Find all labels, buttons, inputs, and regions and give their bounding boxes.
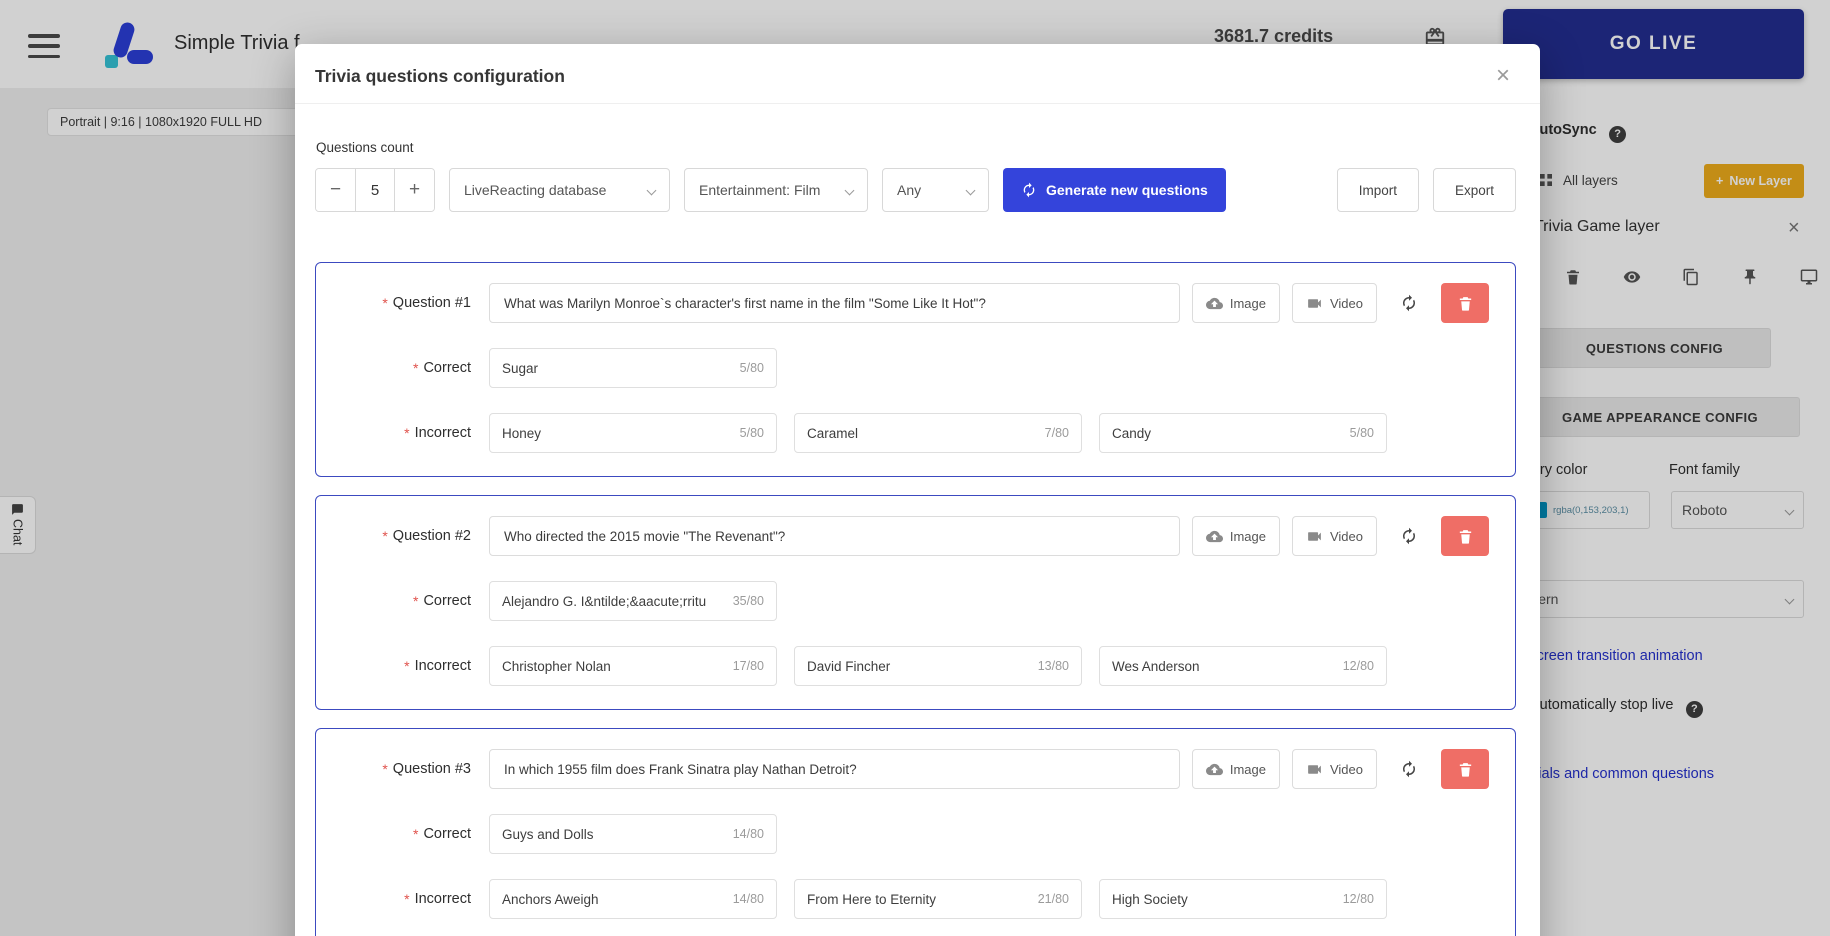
- char-count: 5/80: [739, 426, 764, 440]
- incorrect-label: Incorrect: [316, 879, 471, 919]
- image-upload-button[interactable]: Image: [1191, 283, 1280, 323]
- answer-value: Anchors Aweigh: [502, 891, 599, 907]
- video-icon: [1308, 764, 1321, 774]
- incorrect-answer-input[interactable]: High Society 12/80: [1099, 879, 1387, 919]
- question-cards: Question #1 What was Marilyn Monroe`s ch…: [295, 262, 1540, 936]
- question-card: Question #1 What was Marilyn Monroe`s ch…: [315, 262, 1516, 477]
- trivia-config-modal: Trivia questions configuration × Questio…: [295, 44, 1540, 936]
- incorrect-label: Incorrect: [316, 413, 471, 453]
- char-count: 5/80: [739, 361, 764, 375]
- refresh-icon: [1403, 294, 1415, 312]
- question-label: Question #3: [316, 749, 471, 789]
- char-count: 12/80: [1342, 659, 1374, 673]
- regenerate-question-button[interactable]: [1389, 516, 1429, 556]
- correct-answer-input[interactable]: Sugar 5/80: [489, 348, 777, 388]
- question-text-input[interactable]: In which 1955 film does Frank Sinatra pl…: [489, 749, 1180, 789]
- chevron-down-icon: [646, 185, 657, 195]
- question-card: Question #3 In which 1955 film does Fran…: [315, 728, 1516, 936]
- incorrect-answer-input[interactable]: Caramel 7/80: [794, 413, 1082, 453]
- source-select[interactable]: LiveReacting database: [449, 168, 670, 212]
- questions-count-label: Questions count: [316, 140, 414, 155]
- answer-value: Candy: [1112, 425, 1152, 441]
- image-upload-button[interactable]: Image: [1191, 516, 1280, 556]
- question-text-input[interactable]: What was Marilyn Monroe`s character's fi…: [489, 283, 1180, 323]
- char-count: 21/80: [1037, 892, 1069, 906]
- char-count: 14/80: [732, 827, 764, 841]
- video-upload-button[interactable]: Video: [1291, 283, 1377, 323]
- modal-header: Trivia questions configuration ×: [295, 44, 1540, 104]
- close-icon[interactable]: ×: [1496, 64, 1510, 88]
- increase-count-button[interactable]: +: [395, 169, 434, 211]
- trash-icon: [1459, 762, 1471, 777]
- delete-question-button[interactable]: [1441, 749, 1489, 789]
- answer-value: Honey: [502, 425, 542, 441]
- correct-label: Correct: [316, 814, 471, 854]
- incorrect-answer-input[interactable]: Christopher Nolan 17/80: [489, 646, 777, 686]
- correct-answer-input[interactable]: Guys and Dolls 14/80: [489, 814, 777, 854]
- char-count: 13/80: [1037, 659, 1069, 673]
- chevron-down-icon: [844, 185, 855, 195]
- answer-value: Sugar: [502, 360, 539, 376]
- correct-label: Correct: [316, 348, 471, 388]
- question-label: Question #1: [316, 283, 471, 323]
- modal-title: Trivia questions configuration: [315, 66, 565, 86]
- question-card: Question #2 Who directed the 2015 movie …: [315, 495, 1516, 710]
- video-upload-button[interactable]: Video: [1291, 749, 1377, 789]
- answer-value: Alejandro G. I&ntilde;&aacute;rritu: [502, 593, 707, 609]
- difficulty-select[interactable]: Any: [882, 168, 989, 212]
- incorrect-answer-input[interactable]: From Here to Eternity 21/80: [794, 879, 1082, 919]
- import-button[interactable]: Import: [1336, 168, 1419, 212]
- char-count: 7/80: [1044, 426, 1069, 440]
- answer-value: High Society: [1112, 891, 1188, 907]
- answer-value: Guys and Dolls: [502, 826, 594, 842]
- char-count: 17/80: [732, 659, 764, 673]
- delete-question-button[interactable]: [1441, 283, 1489, 323]
- answer-value: Wes Anderson: [1112, 658, 1200, 674]
- incorrect-answer-input[interactable]: Wes Anderson 12/80: [1099, 646, 1387, 686]
- question-text-input[interactable]: Who directed the 2015 movie "The Revenan…: [489, 516, 1180, 556]
- export-button[interactable]: Export: [1432, 168, 1516, 212]
- regenerate-question-button[interactable]: [1389, 749, 1429, 789]
- count-value[interactable]: 5: [355, 169, 395, 211]
- answer-value: From Here to Eternity: [807, 891, 937, 907]
- answer-value: Christopher Nolan: [502, 658, 611, 674]
- refresh-icon: [1023, 182, 1035, 198]
- correct-label: Correct: [316, 581, 471, 621]
- char-count: 14/80: [732, 892, 764, 906]
- char-count: 5/80: [1349, 426, 1374, 440]
- questions-count-stepper: − 5 +: [315, 168, 435, 212]
- cloud-upload-icon: [1205, 763, 1223, 775]
- video-upload-button[interactable]: Video: [1291, 516, 1377, 556]
- answer-value: David Fincher: [807, 658, 891, 674]
- char-count: 35/80: [732, 594, 764, 608]
- incorrect-answer-input[interactable]: Anchors Aweigh 14/80: [489, 879, 777, 919]
- regenerate-question-button[interactable]: [1389, 283, 1429, 323]
- video-icon: [1308, 298, 1321, 308]
- refresh-icon: [1403, 760, 1415, 778]
- trash-icon: [1459, 296, 1471, 311]
- question-label: Question #2: [316, 516, 471, 556]
- generate-questions-button[interactable]: Generate new questions: [1003, 168, 1226, 212]
- chevron-down-icon: [965, 185, 976, 195]
- incorrect-label: Incorrect: [316, 646, 471, 686]
- modal-controls: − 5 + LiveReacting database Entertainmen…: [315, 168, 1516, 212]
- delete-question-button[interactable]: [1441, 516, 1489, 556]
- cloud-upload-icon: [1205, 530, 1223, 542]
- correct-answer-input[interactable]: Alejandro G. I&ntilde;&aacute;rritu 35/8…: [489, 581, 777, 621]
- incorrect-answer-input[interactable]: Honey 5/80: [489, 413, 777, 453]
- category-select[interactable]: Entertainment: Film: [684, 168, 868, 212]
- char-count: 12/80: [1342, 892, 1374, 906]
- app-root: Simple Trivia f 3681.7 credits GO LIVE P…: [0, 0, 1830, 936]
- video-icon: [1308, 531, 1321, 541]
- trash-icon: [1459, 529, 1471, 544]
- refresh-icon: [1403, 527, 1415, 545]
- incorrect-answer-input[interactable]: Candy 5/80: [1099, 413, 1387, 453]
- answer-value: Caramel: [807, 425, 859, 441]
- cloud-upload-icon: [1205, 297, 1223, 309]
- decrease-count-button[interactable]: −: [316, 169, 355, 211]
- image-upload-button[interactable]: Image: [1191, 749, 1280, 789]
- incorrect-answer-input[interactable]: David Fincher 13/80: [794, 646, 1082, 686]
